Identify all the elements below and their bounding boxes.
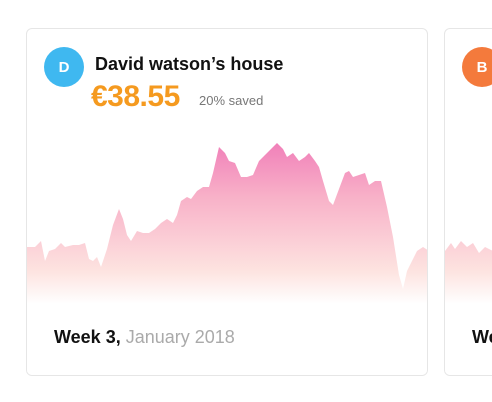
house-name: David watson’s house [95, 54, 284, 74]
month-label: January 2018 [125, 327, 235, 347]
week-label: Week 3, [54, 327, 121, 347]
usage-area [445, 241, 492, 375]
saved-percentage: 20% saved [199, 93, 264, 108]
house-card-next[interactable]: B We [444, 28, 492, 376]
house-card[interactable]: D David watson’s house €38.55 20% saved … [26, 28, 428, 376]
avatar-letter: D [58, 58, 70, 76]
week-label: We [472, 327, 492, 347]
cards-carousel: D David watson’s house €38.55 20% saved … [0, 0, 492, 402]
avatar-letter: B [476, 58, 488, 76]
avatar: D [44, 47, 84, 87]
usage-area-chart [27, 143, 427, 375]
savings-amount: €38.55 [91, 80, 180, 113]
period-label: Week 3, January 2018 [54, 327, 235, 348]
period-label: We [472, 327, 492, 348]
